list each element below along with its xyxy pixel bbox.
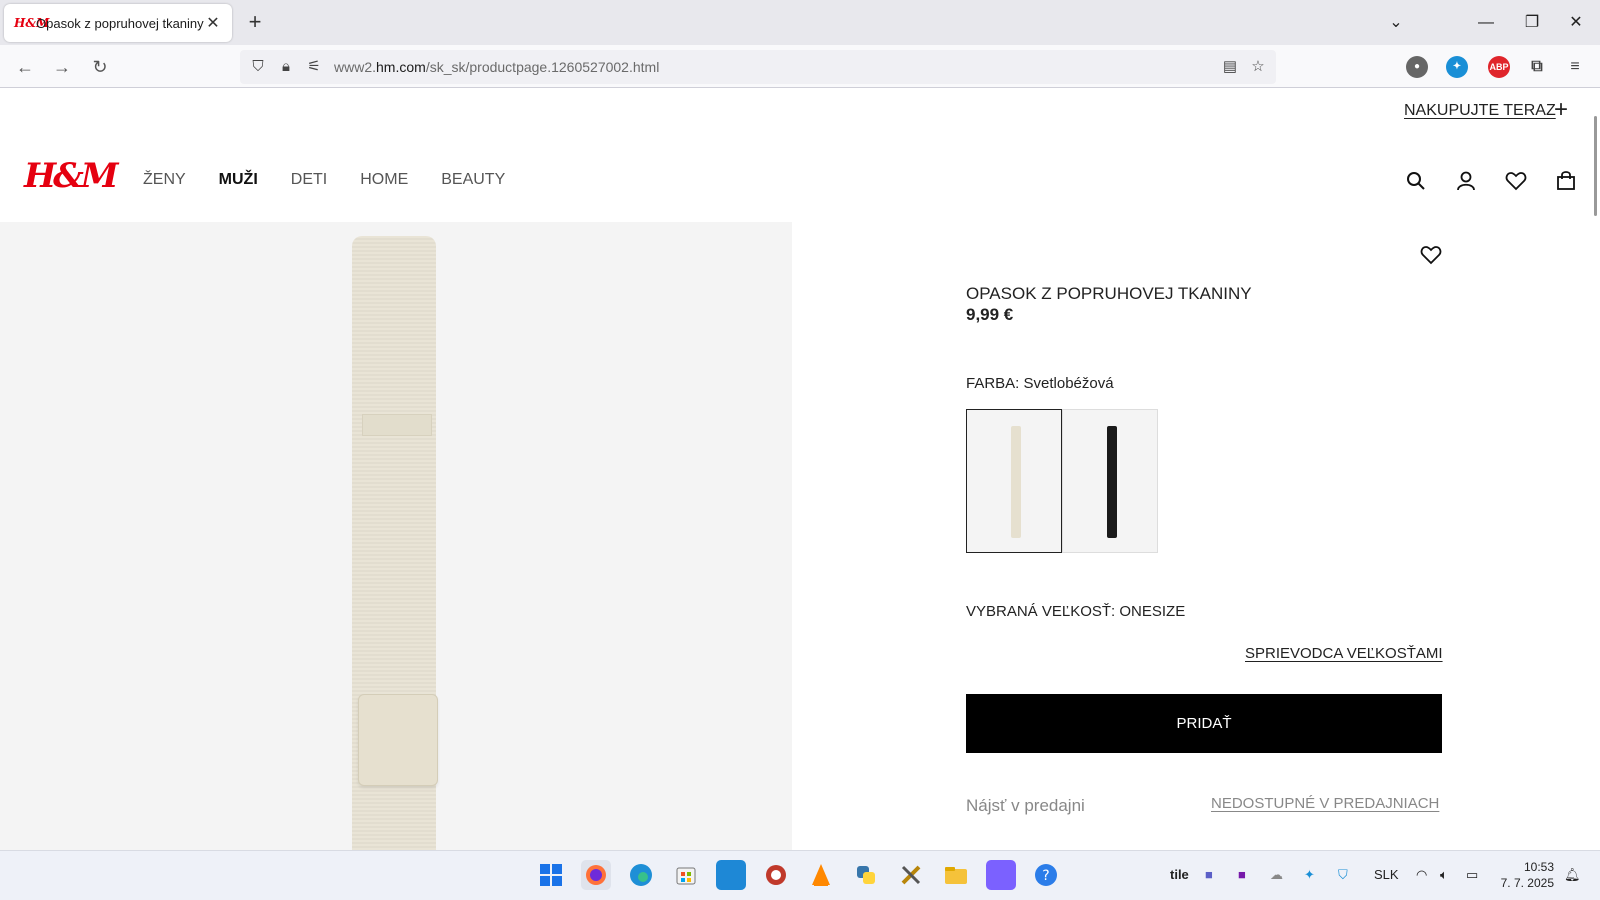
tab-list-chevron-icon[interactable]: ⌄ [1376,8,1416,38]
address-bar[interactable]: ⛉ 🔒︎ ⚟ www2.hm.com/sk_sk/productpage.126… [240,50,1276,84]
permissions-icon[interactable]: ⚟ [304,57,324,77]
menu-hamburger-icon[interactable]: ≡ [1564,56,1586,78]
color-swatch-light-beige[interactable] [966,409,1062,553]
clock-time: 10:53 [1523,860,1554,874]
color-swatch-black[interactable] [1062,409,1158,553]
close-window-button[interactable]: ✕ [1556,8,1596,38]
swatch-thumbnail [1107,426,1117,538]
tray-bird-icon[interactable]: ✦ [1304,867,1315,883]
hm-favicon-icon: H&M [14,16,50,30]
myhp-icon[interactable] [716,860,746,890]
search-icon[interactable] [1403,168,1429,194]
tray-tile-label[interactable]: tile [1170,867,1189,882]
reload-icon[interactable]: ↻ [84,51,116,83]
nav-item-home[interactable]: HOME [360,171,408,189]
clock[interactable]: 10:53 7. 7. 2025 [1500,859,1554,891]
forward-arrow-icon[interactable]: → [46,51,78,83]
extension-bird-icon[interactable]: ✦ [1446,56,1468,78]
defender-shield-icon[interactable]: ⛉ [1338,867,1348,883]
product-image[interactable] [0,222,792,850]
shopping-bag-icon[interactable] [1553,168,1579,194]
windows-start-icon[interactable] [536,860,566,890]
wifi-icon[interactable]: ◠ [1416,867,1427,883]
product-title: OPASOK Z POPRUHOVEJ TKANINY [966,284,1252,303]
bookmark-star-icon[interactable]: ☆ [1248,57,1268,77]
svg-text:?: ? [1042,868,1049,884]
nav-item-deti[interactable]: DETI [291,171,327,189]
notifications-bell-icon[interactable]: 🔔︎ [1564,867,1581,883]
vlc-icon[interactable] [806,860,836,890]
reader-app-icon[interactable] [986,860,1016,890]
product-price: 9,99 € [966,305,1014,324]
color-label: FARBA: Svetlobéžová [966,375,1114,392]
account-user-icon[interactable] [1453,168,1479,194]
microsoft-store-icon[interactable] [671,860,701,890]
tab-title: Opasok z popruhovej tkaniny - [36,15,204,31]
size-guide-link[interactable]: SPRIEVODCA VEĽKOSŤAMI [1245,645,1443,662]
battery-icon[interactable]: ▭ [1466,867,1478,883]
belt-buckle [358,694,438,786]
find-in-store-label: Nájsť v predajni [966,796,1085,815]
file-explorer-icon[interactable] [941,860,971,890]
onenote-icon[interactable]: ■ [1238,867,1246,882]
volume-icon[interactable]: 🔈︎ [1440,867,1448,883]
minimize-button[interactable]: — [1466,8,1506,38]
new-tab-button[interactable]: + [242,9,268,35]
url-text[interactable]: www2.hm.com/sk_sk/productpage.1260527002… [334,59,659,75]
clock-date: 7. 7. 2025 [1500,876,1554,890]
language-indicator[interactable]: SLK [1374,867,1399,882]
shield-icon[interactable]: ⛉ [248,57,268,77]
swatch-thumbnail [1011,426,1021,538]
nav-item-beauty[interactable]: BEAUTY [441,171,505,189]
hm-logo[interactable]: H&M [24,156,118,196]
store-availability-link[interactable]: NEDOSTUPNÉ V PREDAJNIACH [1211,795,1439,812]
browser-tab-bar: H&M Opasok z popruhovej tkaniny - ✕ + ⌄ … [0,0,1600,45]
help-icon[interactable]: ? [1031,860,1061,890]
tools-icon[interactable] [896,860,926,890]
nav-item-zeny[interactable]: ŽENY [143,171,186,189]
main-navigation: ŽENY MUŽI DETI HOME BEAUTY [143,171,505,189]
belt-loop [362,414,432,436]
favorites-heart-icon[interactable] [1503,168,1529,194]
reader-view-icon[interactable]: ▤ [1220,57,1240,77]
browser-tab[interactable]: H&M Opasok z popruhovej tkaniny - ✕ [4,4,232,42]
lock-icon[interactable]: 🔒︎ [276,57,296,77]
adblock-icon[interactable]: ABP [1488,56,1510,78]
edge-icon[interactable] [626,860,656,890]
nav-item-muzi[interactable]: MUŽI [219,171,258,189]
plus-icon[interactable]: + [1554,98,1568,122]
taskbar: ? tile ■ ■ ☁ ✦ ⛉ SLK ◠ 🔈︎ ▭ 10:53 7. 7. … [0,850,1600,900]
add-to-bag-button[interactable]: PRIDAŤ [966,694,1442,753]
security-app-icon[interactable] [761,860,791,890]
teams-icon[interactable]: ■ [1205,867,1213,882]
restore-button[interactable]: ❐ [1512,8,1552,38]
page-scrollbar[interactable] [1594,116,1597,216]
firefox-icon[interactable] [581,860,611,890]
python-icon[interactable] [851,860,881,890]
shop-now-link[interactable]: NAKUPUJTE TERAZ [1404,102,1556,120]
add-to-favorites-heart-icon[interactable] [1418,242,1444,268]
tab-close-icon[interactable]: ✕ [204,13,222,33]
account-icon[interactable]: ● [1406,56,1428,78]
selected-size-label: VYBRANÁ VEĽKOSŤ: ONESIZE [966,603,1186,620]
extensions-puzzle-icon[interactable]: ⧉ [1526,56,1548,78]
onedrive-cloud-icon[interactable]: ☁ [1270,867,1283,883]
browser-toolbar: ← → ↻ ⛉ 🔒︎ ⚟ www2.hm.com/sk_sk/productpa… [0,45,1600,88]
back-arrow-icon[interactable]: ← [9,51,41,83]
